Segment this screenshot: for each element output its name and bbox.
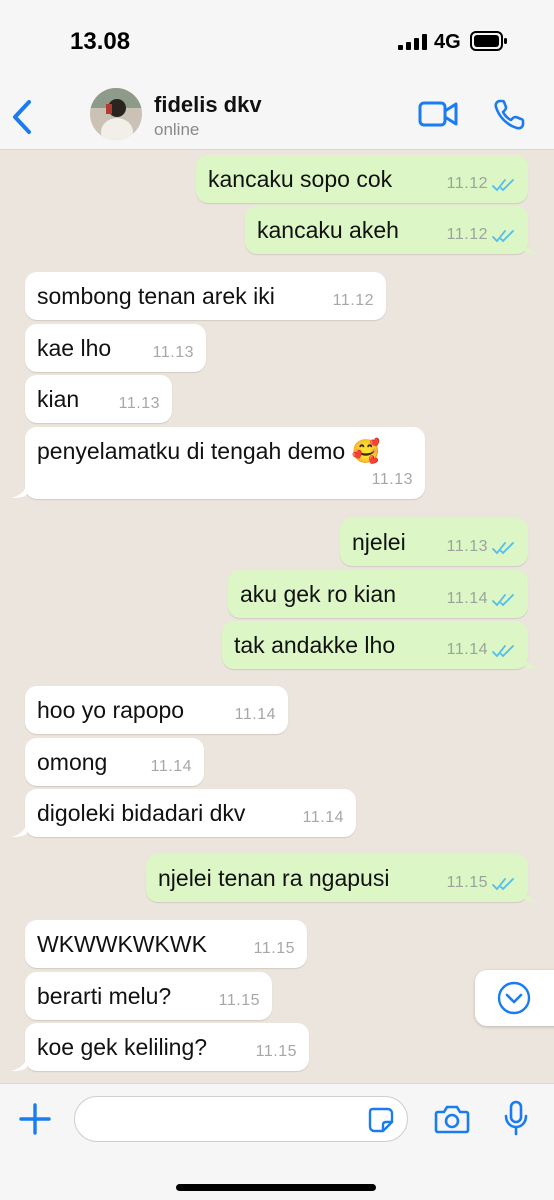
message-incoming[interactable]: berarti melu? 11.15 xyxy=(25,972,272,1020)
message-text: berarti melu? xyxy=(37,983,172,1009)
message-incoming[interactable]: digoleki bidadari dkv 11.14 xyxy=(25,789,356,837)
message-outgoing[interactable]: kancaku sopo cok 11.12 xyxy=(196,155,528,203)
message-time: 11.13 xyxy=(446,538,488,555)
phone-icon[interactable] xyxy=(492,98,526,132)
message-text: kancaku akeh xyxy=(257,217,399,243)
message-text: aku gek ro kian xyxy=(240,581,396,607)
message-incoming[interactable]: omong 11.14 xyxy=(25,738,204,786)
read-receipt-icon xyxy=(492,878,514,891)
camera-icon[interactable] xyxy=(434,1104,470,1134)
message-time: 11.12 xyxy=(332,292,374,309)
plus-icon[interactable] xyxy=(18,1102,52,1136)
message-incoming[interactable]: penyelamatku di tengah demo 🥰 11.13 xyxy=(25,427,425,499)
chat-header: fidelis dkv online xyxy=(0,84,554,150)
message-time: 11.14 xyxy=(446,590,488,607)
message-time: 11.13 xyxy=(118,395,160,412)
message-time: 11.14 xyxy=(302,809,344,826)
message-input[interactable] xyxy=(89,1105,359,1135)
bubble-tail xyxy=(11,484,27,498)
contact-name[interactable]: fidelis dkv xyxy=(154,92,262,118)
message-time: 11.13 xyxy=(371,471,413,488)
message-time: 11.14 xyxy=(234,706,276,723)
message-incoming[interactable]: sombong tenan arek iki 11.12 xyxy=(25,272,386,320)
message-text: njelei xyxy=(352,529,406,555)
message-time: 11.12 xyxy=(446,175,488,192)
read-receipt-icon xyxy=(492,645,514,658)
message-composer xyxy=(0,1083,554,1200)
message-time: 11.13 xyxy=(152,344,194,361)
read-receipt-icon xyxy=(492,230,514,243)
message-time: 11.15 xyxy=(255,1043,297,1060)
message-incoming[interactable]: koe gek keliling? 11.15 xyxy=(25,1023,309,1071)
sticker-icon[interactable] xyxy=(368,1107,394,1133)
contact-status: online xyxy=(154,120,200,139)
message-text: koe gek keliling? xyxy=(37,1034,208,1060)
message-input-field[interactable] xyxy=(74,1096,408,1142)
message-outgoing[interactable]: tak andakke lho 11.14 xyxy=(222,621,528,669)
message-text: kian xyxy=(37,386,80,412)
bubble-tail xyxy=(524,240,540,254)
chat-messages[interactable]: kancaku sopo cok 11.12 kancaku akeh 11.1… xyxy=(0,151,554,1083)
message-text: kae lho xyxy=(37,335,112,361)
message-text: sombong tenan arek iki xyxy=(37,283,275,309)
message-text: njelei tenan ra ngapusi xyxy=(158,865,390,891)
read-receipt-icon xyxy=(492,542,514,555)
message-outgoing[interactable]: njelei tenan ra ngapusi 11.15 xyxy=(146,854,528,902)
chevron-down-circle-icon xyxy=(497,981,531,1015)
message-time: 11.12 xyxy=(446,226,488,243)
signal-strength-icon xyxy=(398,34,427,50)
message-time: 11.14 xyxy=(446,641,488,658)
read-receipt-icon xyxy=(492,594,514,607)
status-bar: 13.08 4G xyxy=(0,0,554,84)
message-time: 11.15 xyxy=(218,992,260,1009)
message-text: omong xyxy=(37,749,108,775)
message-incoming[interactable]: WKWWKWKWK 11.15 xyxy=(25,920,307,968)
contact-avatar[interactable] xyxy=(90,88,142,140)
bubble-tail xyxy=(524,888,540,902)
bubble-tail xyxy=(11,1057,27,1071)
message-incoming[interactable]: hoo yo rapopo 11.14 xyxy=(25,686,288,734)
bubble-tail xyxy=(524,655,540,669)
back-chevron-icon[interactable] xyxy=(8,98,38,136)
read-receipt-icon xyxy=(492,179,514,192)
microphone-icon[interactable] xyxy=(504,1100,528,1136)
message-text: tak andakke lho xyxy=(234,632,396,658)
battery-icon xyxy=(470,31,507,51)
video-camera-icon[interactable] xyxy=(418,98,458,130)
message-text: kancaku sopo cok xyxy=(208,166,393,192)
message-incoming[interactable]: kian 11.13 xyxy=(25,375,172,423)
status-time: 13.08 xyxy=(70,28,131,55)
message-time: 11.14 xyxy=(150,758,192,775)
message-outgoing[interactable]: kancaku akeh 11.12 xyxy=(245,206,528,254)
network-type: 4G xyxy=(434,31,461,53)
message-time: 11.15 xyxy=(253,940,295,957)
message-outgoing[interactable]: aku gek ro kian 11.14 xyxy=(228,570,528,618)
message-text: digoleki bidadari dkv xyxy=(37,800,246,826)
message-text: WKWWKWKWK xyxy=(37,931,207,957)
message-text: penyelamatku di tengah demo 🥰 xyxy=(37,438,381,464)
message-incoming[interactable]: kae lho 11.13 xyxy=(25,324,206,372)
home-indicator xyxy=(176,1184,376,1191)
message-time: 11.15 xyxy=(446,874,488,891)
scroll-to-bottom-button[interactable] xyxy=(475,970,554,1026)
message-text: hoo yo rapopo xyxy=(37,697,185,723)
bubble-tail xyxy=(11,823,27,837)
message-outgoing[interactable]: njelei 11.13 xyxy=(340,518,528,566)
